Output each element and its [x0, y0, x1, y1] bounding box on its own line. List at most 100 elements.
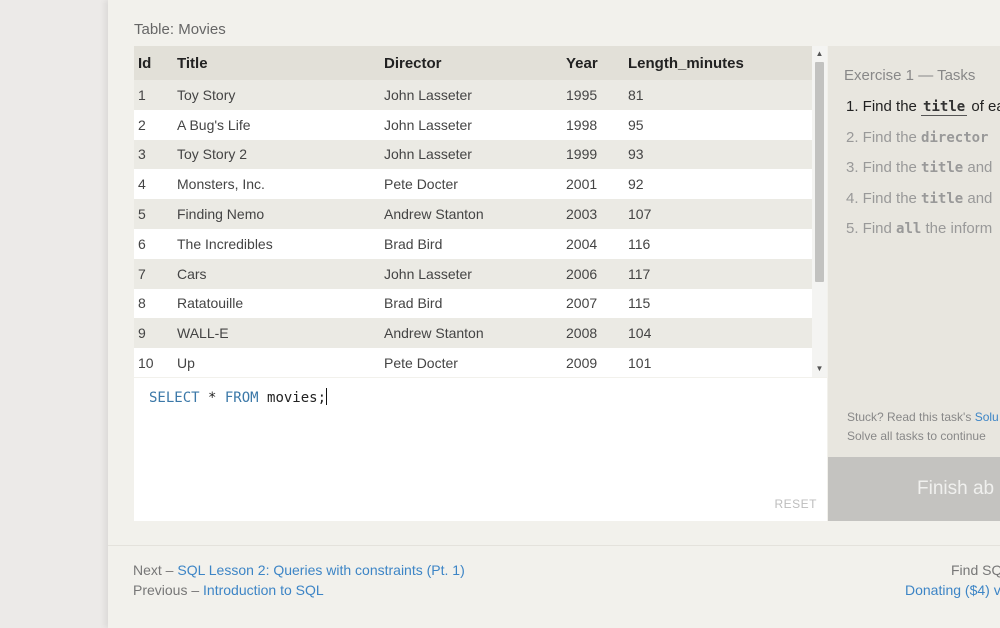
cell-title: Up [173, 348, 380, 377]
previous-lesson-line: Previous – Introduction to SQL [133, 582, 324, 598]
task-item-1: 1. Find the title of ea [846, 98, 1000, 116]
cell-director: John Lasseter [380, 258, 562, 289]
sql-table-name: movies; [258, 390, 327, 406]
cell-title: Cars [173, 258, 380, 289]
cell-id: 2 [134, 109, 173, 140]
column-header-year: Year [562, 46, 624, 80]
table-row: 1 Toy Story John Lasseter 1995 81 [134, 80, 812, 110]
cell-length: 81 [624, 80, 812, 110]
task-list: 1. Find the title of ea 2. Find the dire… [846, 98, 1000, 251]
table-row: 4 Monsters, Inc. Pete Docter 2001 92 [134, 169, 812, 200]
cell-year: 1999 [562, 139, 624, 170]
cell-year: 1998 [562, 109, 624, 140]
task-item-2: 2. Find the director [846, 128, 989, 146]
column-header-length: Length_minutes [624, 46, 812, 80]
cell-length: 107 [624, 199, 812, 229]
cell-id: 6 [134, 228, 173, 259]
scroll-down-arrow-icon[interactable]: ▼ [812, 361, 827, 377]
cell-year: 2004 [562, 228, 624, 259]
cell-length: 92 [624, 169, 812, 200]
cell-id: 9 [134, 318, 173, 349]
sql-keyword-from: FROM [224, 390, 259, 406]
table-row: 3 Toy Story 2 John Lasseter 1999 93 [134, 139, 812, 170]
task-panel-title: Exercise 1 — Tasks [844, 67, 976, 84]
next-prefix: Next – [133, 562, 178, 578]
table-row: 8 Ratatouille Brad Bird 2007 115 [134, 288, 812, 319]
stuck-text: Stuck? Read this task's [847, 410, 975, 424]
scroll-thumb[interactable] [815, 62, 824, 282]
column-header-director: Director [380, 46, 562, 80]
cell-director: John Lasseter [380, 80, 562, 110]
scroll-up-arrow-icon[interactable]: ▲ [812, 46, 827, 62]
table-row: 6 The Incredibles Brad Bird 2004 116 [134, 228, 812, 259]
solution-link[interactable]: Solu [975, 410, 999, 424]
finish-button[interactable]: Finish ab [828, 457, 1000, 521]
results-table-container[interactable]: Id Title Director Year Length_minutes 1 … [134, 46, 827, 377]
cell-year: 2007 [562, 288, 624, 319]
table-row: 9 WALL-E Andrew Stanton 2008 104 [134, 318, 812, 349]
footer-right-text: Find SQ [951, 562, 1000, 578]
sql-editor[interactable]: SELECT * FROM movies; RESET [134, 378, 827, 521]
cell-year: 2008 [562, 318, 624, 349]
cell-length: 104 [624, 318, 812, 349]
cell-length: 115 [624, 288, 812, 319]
cell-id: 5 [134, 199, 173, 229]
lesson-page: Table: Movies Id Title Director Year Len… [108, 0, 1000, 628]
text-caret [326, 388, 328, 405]
results-table: Id Title Director Year Length_minutes 1 … [134, 46, 812, 377]
cell-year: 2006 [562, 258, 624, 289]
cell-id: 7 [134, 258, 173, 289]
results-scrollbar[interactable]: ▲ ▼ [812, 46, 827, 377]
cell-length: 117 [624, 258, 812, 289]
task-item-5: 5. Find all the inform [846, 220, 993, 237]
footer-right-link-line: Donating ($4) v [905, 582, 1000, 598]
cell-id: 3 [134, 139, 173, 170]
sql-query-line[interactable]: SELECT * FROM movies; [149, 388, 328, 406]
previous-lesson-link[interactable]: Introduction to SQL [203, 582, 324, 598]
cell-id: 8 [134, 288, 173, 319]
cell-director: Andrew Stanton [380, 199, 562, 229]
donate-link[interactable]: Donating ($4) v [905, 582, 1000, 598]
cell-year: 1995 [562, 80, 624, 110]
cell-length: 95 [624, 109, 812, 140]
table-row: 5 Finding Nemo Andrew Stanton 2003 107 [134, 199, 812, 229]
cell-title: The Incredibles [173, 228, 380, 259]
footer-divider [108, 545, 1000, 546]
cell-id: 4 [134, 169, 173, 200]
table-header-row: Id Title Director Year Length_minutes [134, 46, 812, 80]
column-header-title: Title [173, 46, 380, 80]
stuck-hint: Stuck? Read this task's Solu Solve all t… [847, 408, 999, 446]
cell-title: Monsters, Inc. [173, 169, 380, 200]
cell-length: 93 [624, 139, 812, 170]
solve-all-text: Solve all tasks to continue [847, 429, 986, 443]
cell-id: 1 [134, 80, 173, 110]
cell-director: Brad Bird [380, 228, 562, 259]
cell-director: Andrew Stanton [380, 318, 562, 349]
cell-year: 2009 [562, 348, 624, 377]
cell-director: John Lasseter [380, 109, 562, 140]
cell-title: Finding Nemo [173, 199, 380, 229]
table-caption: Table: Movies [134, 21, 226, 38]
column-header-id: Id [134, 46, 173, 80]
cell-director: John Lasseter [380, 139, 562, 170]
task-item-4: 4. Find the title and [846, 189, 993, 207]
cell-title: Toy Story 2 [173, 139, 380, 170]
cell-director: Pete Docter [380, 348, 562, 377]
cell-year: 2003 [562, 199, 624, 229]
cell-id: 10 [134, 348, 173, 377]
cell-director: Brad Bird [380, 288, 562, 319]
cell-title: A Bug's Life [173, 109, 380, 140]
cell-length: 116 [624, 228, 812, 259]
previous-prefix: Previous – [133, 582, 204, 598]
table-row: 10 Up Pete Docter 2009 101 [134, 348, 812, 377]
task-item-3: 3. Find the title and [846, 159, 993, 176]
next-lesson-line: Next – SQL Lesson 2: Queries with constr… [133, 562, 465, 578]
sql-star: * [199, 390, 225, 406]
cell-year: 2001 [562, 169, 624, 200]
cell-title: Ratatouille [173, 288, 380, 319]
sql-keyword-select: SELECT [149, 390, 200, 406]
cell-title: WALL-E [173, 318, 380, 349]
next-lesson-link[interactable]: SQL Lesson 2: Queries with constraints (… [177, 562, 464, 578]
cell-director: Pete Docter [380, 169, 562, 200]
reset-button[interactable]: RESET [774, 497, 817, 511]
